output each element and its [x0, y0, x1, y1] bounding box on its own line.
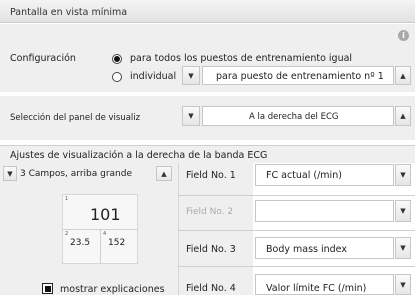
preview-corner-1: 1	[65, 196, 69, 202]
field-1-value: FC actual (/min)	[266, 170, 342, 181]
preview-corner-2: 2	[65, 231, 69, 237]
field-2-dropdown-button[interactable]: ▼	[395, 200, 411, 222]
mostrar-explicaciones-checkbox[interactable]	[42, 283, 53, 294]
mostrar-explicaciones-label: mostrar explicaciones	[60, 284, 165, 295]
radio-individual-label: individual	[130, 71, 177, 82]
field-1-dropdown-button[interactable]: ▼	[395, 164, 411, 186]
layout-dropdown-button[interactable]: ▼	[3, 166, 17, 181]
panel-selection-value: A la derecha del ECG	[249, 112, 339, 122]
field-3-value: Body mass index	[266, 244, 347, 255]
field-3-label: Field No. 3	[186, 244, 236, 255]
layout-up-button[interactable]: ▲	[156, 166, 172, 181]
preview-small-left: 23.5	[70, 238, 91, 248]
layout-value: 3 Campos, arriba grande	[20, 169, 133, 179]
help-icon[interactable]: i	[398, 30, 409, 41]
puesto-value: para puesto de entrenamiento nº 1	[216, 71, 384, 82]
configuracion-label: Configuración	[10, 53, 76, 64]
preview-divider-v	[100, 229, 101, 264]
checkbox-check-mark	[44, 285, 51, 292]
ajustes-header: Ajustes de visualización a la derecha de…	[10, 150, 268, 161]
title-bar: Pantalla en vista mínima	[0, 0, 415, 23]
field-divider-1	[178, 195, 415, 196]
field-4-label: Field No. 4	[186, 283, 236, 294]
field-3-dropdown-button[interactable]: ▼	[395, 237, 411, 259]
field-4-value: Valor límite FC (/min)	[266, 283, 367, 294]
field-divider-3	[178, 266, 415, 267]
preview-big-value: 101	[90, 205, 121, 224]
puesto-up-button[interactable]: ▲	[395, 66, 411, 85]
panel-selection-up-button[interactable]: ▲	[395, 106, 411, 126]
field-1-label: Field No. 1	[186, 170, 236, 181]
field-2-select[interactable]	[255, 200, 394, 222]
help-row	[0, 24, 415, 42]
preview-small-right: 152	[108, 238, 126, 248]
radio-all-stations-label: para todos los puestos de entrenamiento …	[130, 53, 353, 64]
puesto-dropdown-button[interactable]: ▼	[182, 66, 200, 85]
panel-selection-dropdown-button[interactable]: ▼	[182, 106, 200, 126]
field-divider-2	[178, 230, 415, 231]
radio-all-stations[interactable]	[112, 54, 122, 64]
radio-selected-dot	[114, 56, 120, 62]
panel-selection-label: Selección del panel de visualiz	[10, 113, 141, 123]
preview-corner-3: 4	[103, 231, 107, 237]
field-2-label: Field No. 2	[186, 207, 234, 217]
field-column-labels	[178, 163, 253, 295]
window-title: Pantalla en vista mínima	[10, 7, 128, 18]
radio-individual[interactable]	[112, 72, 122, 82]
field-4-dropdown-button[interactable]: ▼	[395, 274, 411, 295]
